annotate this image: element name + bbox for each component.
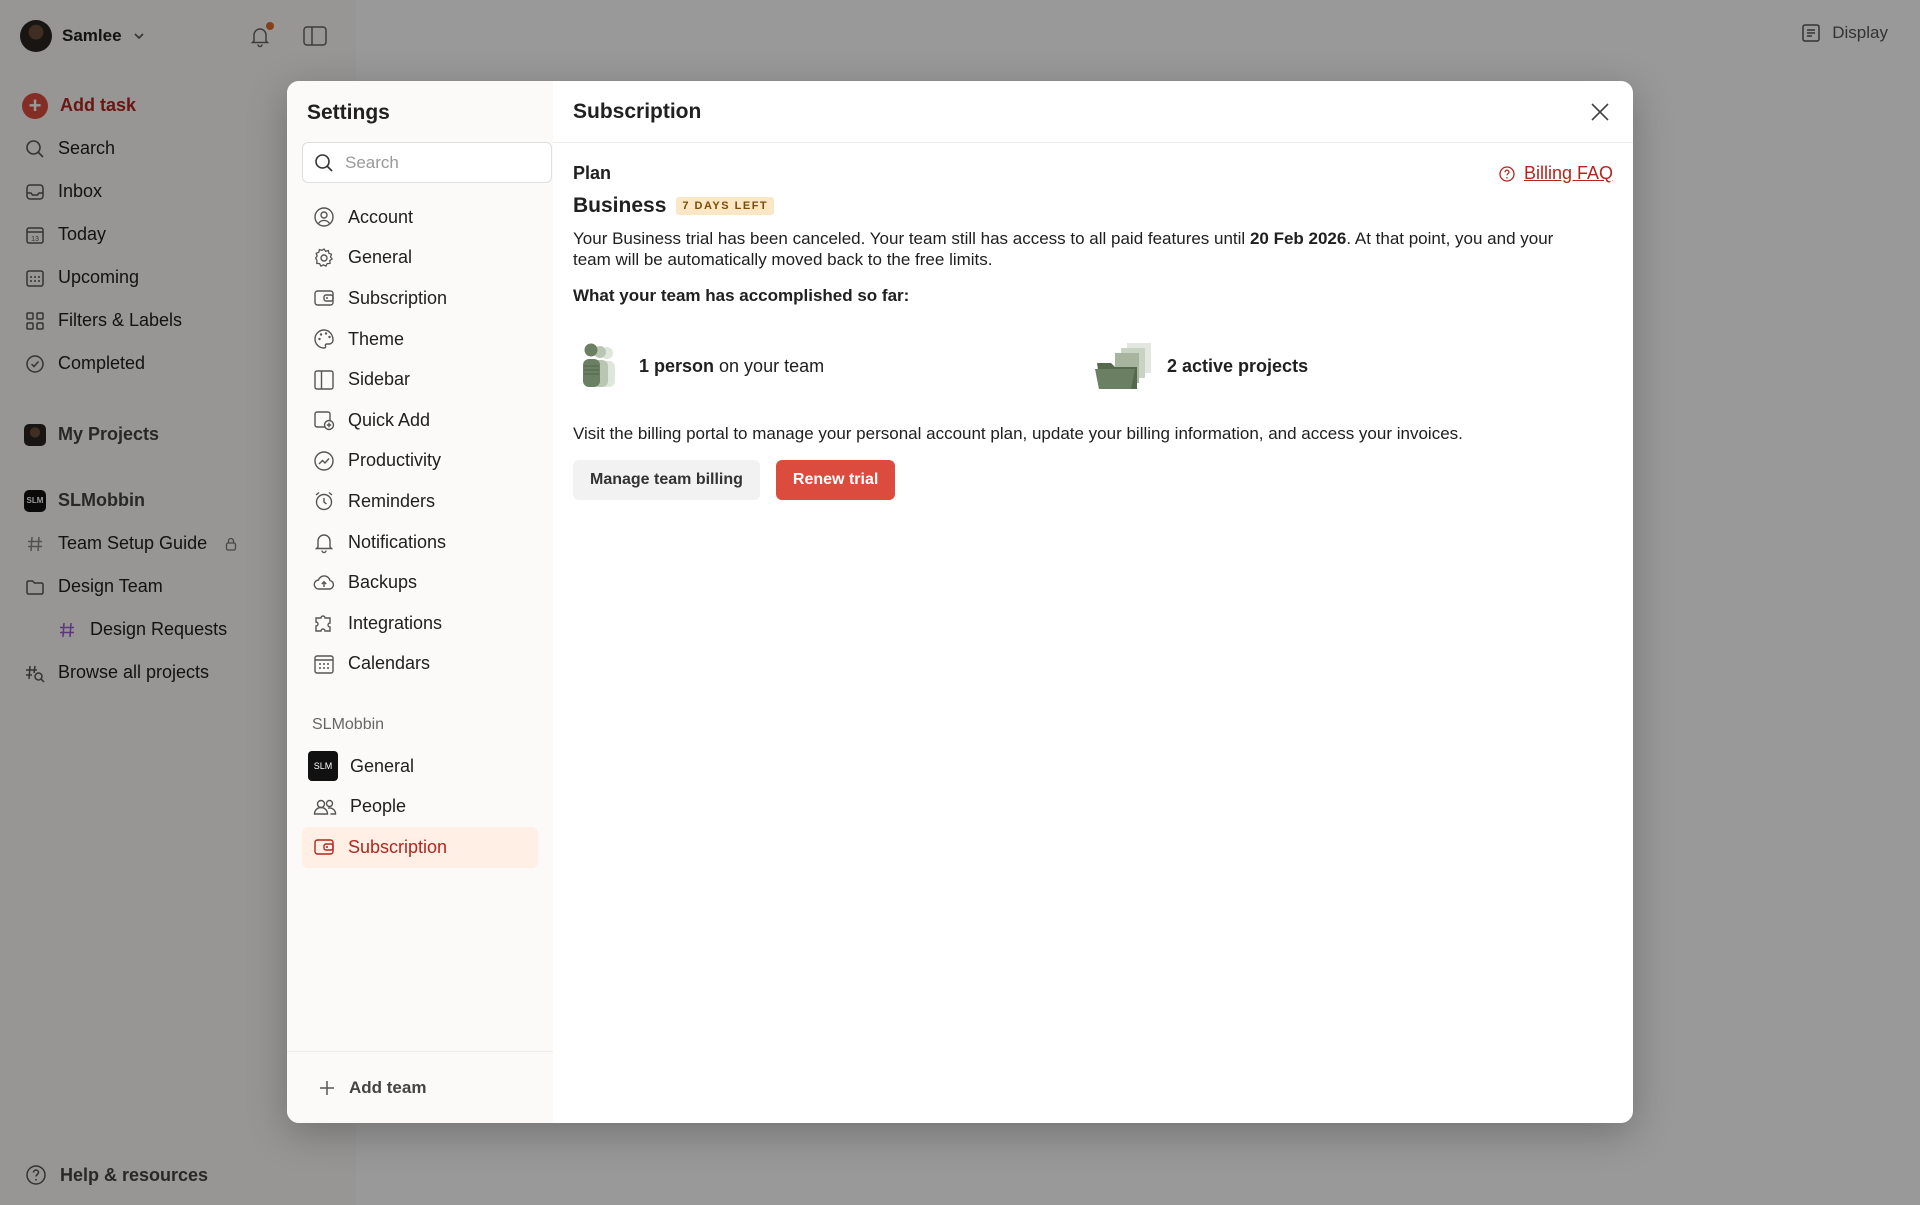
content-header: Subscription (553, 81, 1633, 143)
settings-item-label: Theme (348, 328, 405, 349)
settings-item-sidebar[interactable]: Sidebar (302, 359, 538, 400)
settings-item-productivity[interactable]: Productivity (302, 441, 538, 482)
help-circle-icon (1499, 165, 1515, 182)
trend-up-icon (314, 451, 334, 471)
settings-item-label: General (350, 755, 415, 776)
settings-item-integrations[interactable]: Integrations (302, 603, 538, 644)
accomplishments-heading: What your team has accomplished so far: (573, 286, 910, 305)
settings-content: Subscription Plan Billing FAQ Business 7… (553, 81, 1633, 1123)
settings-item-label: Sidebar (348, 369, 411, 390)
settings-item-label: Calendars (348, 653, 431, 674)
stat-projects-text: 2 active projects (1167, 355, 1309, 376)
stat-people-text: 1 person on your team (639, 356, 824, 377)
wallet-icon (314, 290, 334, 307)
settings-search-input[interactable] (345, 152, 535, 173)
settings-item-label: General (348, 247, 413, 268)
puzzle-icon (315, 615, 331, 632)
stat-projects: 2 active projects (1093, 339, 1613, 393)
settings-item-label: Integrations (348, 612, 443, 633)
folders-illustration-icon (1095, 343, 1151, 389)
plus-icon (320, 1080, 334, 1095)
stat-people: 1 person on your team (573, 339, 1093, 393)
wallet-icon (314, 839, 334, 856)
subscription-actions: Manage team billing Renew trial (573, 460, 1613, 500)
settings-modal: Settings Account General Subscription Th… (287, 81, 1633, 1123)
sidebar-layout-icon (314, 369, 334, 390)
alarm-clock-icon (315, 492, 333, 511)
user-circle-icon (314, 207, 334, 227)
trial-end-date: 20 Feb 2026 (1249, 229, 1347, 248)
settings-item-label: Backups (348, 572, 418, 593)
settings-item-general[interactable]: General (302, 238, 538, 279)
gear-icon (314, 247, 334, 267)
billing-faq-label: Billing FAQ (1523, 163, 1613, 183)
subscription-body: Plan Billing FAQ Business 7 DAYS LEFT Yo… (553, 143, 1633, 500)
plan-name: Business (573, 194, 667, 217)
settings-title: Settings (307, 101, 390, 124)
team-settings-menu: SLM General People Subscription (302, 746, 538, 868)
plan-row: Business 7 DAYS LEFT (573, 194, 1613, 218)
palette-icon (314, 329, 334, 349)
people-illustration-icon (583, 343, 615, 387)
stat-people-suffix: on your team (714, 355, 825, 376)
add-team-label: Add team (349, 1077, 427, 1097)
settings-menu: Account General Subscription Theme Sideb… (302, 197, 538, 684)
settings-item-label: Productivity (348, 450, 442, 471)
team-group-label: SLMobbin (312, 716, 385, 733)
settings-sidebar: Settings Account General Subscription Th… (287, 81, 553, 1123)
billing-portal-text: Visit the billing portal to manage your … (573, 424, 1463, 443)
settings-item-label: Notifications (348, 531, 447, 552)
billing-faq-link[interactable]: Billing FAQ (1498, 163, 1613, 184)
stat-people-count: 1 person (639, 355, 715, 376)
trial-days-badge: 7 DAYS LEFT (676, 197, 775, 215)
content-title: Subscription (573, 99, 702, 123)
settings-item-quick-add[interactable]: Quick Add (302, 400, 538, 441)
close-icon (1591, 103, 1609, 121)
team-settings-general[interactable]: SLM General (302, 746, 538, 787)
people-icon (313, 799, 337, 815)
settings-search[interactable] (302, 142, 552, 183)
settings-item-label: Reminders (348, 490, 436, 511)
manage-team-billing-button[interactable]: Manage team billing (573, 460, 760, 500)
team-stats: 1 person on your team 2 active projects (573, 336, 1613, 396)
team-logo: SLM (308, 751, 338, 782)
cloud-upload-icon (313, 574, 335, 590)
settings-item-account[interactable]: Account (302, 197, 538, 238)
settings-item-subscription[interactable]: Subscription (302, 278, 538, 319)
settings-item-label: Subscription (348, 836, 448, 857)
settings-item-label: Subscription (348, 287, 448, 308)
team-settings-subscription[interactable]: Subscription (302, 827, 538, 868)
team-settings-people[interactable]: People (302, 787, 538, 828)
close-button[interactable] (1587, 99, 1613, 125)
settings-item-label: Quick Add (348, 409, 431, 430)
renew-trial-button[interactable]: Renew trial (775, 460, 896, 500)
settings-item-calendars[interactable]: Calendars (302, 644, 538, 685)
settings-item-theme[interactable]: Theme (302, 319, 538, 360)
settings-item-backups[interactable]: Backups (302, 562, 538, 603)
settings-item-label: Account (348, 206, 414, 227)
quick-add-icon (314, 411, 335, 431)
desc-text: Your Business trial has been canceled. Y… (573, 229, 1250, 248)
search-icon (315, 153, 333, 172)
bell-icon (314, 534, 334, 554)
settings-item-notifications[interactable]: Notifications (302, 522, 538, 563)
trial-description: Your Business trial has been canceled. Y… (573, 228, 1583, 270)
plan-label: Plan (573, 163, 612, 183)
calendar-grid-icon (314, 655, 334, 674)
settings-item-reminders[interactable]: Reminders (302, 481, 538, 522)
add-team-button[interactable]: Add team (287, 1051, 553, 1123)
settings-item-label: People (350, 796, 407, 817)
